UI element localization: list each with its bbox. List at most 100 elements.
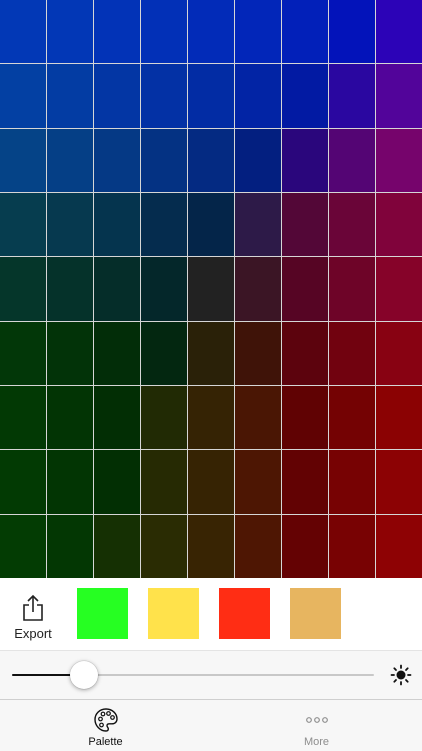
color-cell[interactable] — [329, 321, 375, 385]
color-cell[interactable] — [141, 257, 187, 321]
swatch-tan[interactable] — [290, 588, 341, 639]
color-cell[interactable] — [94, 450, 140, 514]
color-cell[interactable] — [94, 321, 140, 385]
color-cell[interactable] — [188, 321, 234, 385]
color-cell[interactable] — [376, 514, 422, 578]
color-cell[interactable] — [188, 450, 234, 514]
color-cell[interactable] — [235, 257, 281, 321]
color-cell[interactable] — [329, 514, 375, 578]
color-cell[interactable] — [94, 514, 140, 578]
export-button[interactable]: Export — [8, 594, 58, 646]
color-cell[interactable] — [0, 0, 46, 64]
color-cell[interactable] — [329, 64, 375, 128]
color-cell[interactable] — [282, 450, 328, 514]
color-cell[interactable] — [235, 128, 281, 192]
color-cell[interactable] — [329, 385, 375, 450]
color-cell[interactable] — [376, 257, 422, 321]
color-cell[interactable] — [282, 514, 328, 578]
color-cell[interactable] — [141, 321, 187, 385]
color-cell[interactable] — [47, 128, 93, 192]
color-cell[interactable] — [0, 64, 46, 128]
color-cell[interactable] — [235, 514, 281, 578]
color-cell[interactable] — [0, 257, 46, 321]
color-cell[interactable] — [47, 450, 93, 514]
color-cell[interactable] — [94, 0, 140, 64]
color-cell[interactable] — [329, 128, 375, 192]
color-cell[interactable] — [329, 257, 375, 321]
palette-icon — [93, 708, 118, 732]
color-cell[interactable] — [282, 385, 328, 450]
color-cell[interactable] — [94, 257, 140, 321]
color-cell[interactable] — [188, 514, 234, 578]
color-cell[interactable] — [141, 385, 187, 450]
color-cell[interactable] — [141, 64, 187, 128]
color-cell[interactable] — [94, 192, 140, 257]
color-cell[interactable] — [188, 64, 234, 128]
color-cell[interactable] — [47, 0, 93, 64]
export-label: Export — [14, 626, 52, 641]
slider-thumb[interactable] — [70, 661, 99, 689]
color-cell[interactable] — [376, 192, 422, 257]
color-cell[interactable] — [47, 192, 93, 257]
color-cell[interactable] — [282, 321, 328, 385]
color-cell[interactable] — [235, 385, 281, 450]
color-cell[interactable] — [376, 385, 422, 450]
color-cell[interactable] — [376, 450, 422, 514]
color-cell[interactable] — [329, 192, 375, 257]
color-cell[interactable] — [376, 128, 422, 192]
color-cell[interactable] — [141, 0, 187, 64]
color-cell[interactable] — [47, 514, 93, 578]
color-cell[interactable] — [0, 450, 46, 514]
sun-icon — [390, 664, 412, 686]
color-cell[interactable] — [188, 192, 234, 257]
color-cell[interactable] — [94, 64, 140, 128]
color-cell[interactable] — [47, 64, 93, 128]
color-cell[interactable] — [376, 321, 422, 385]
tab-palette-label: Palette — [88, 736, 123, 748]
color-cell[interactable] — [329, 450, 375, 514]
color-cell[interactable] — [235, 0, 281, 64]
color-cell[interactable] — [282, 192, 328, 257]
color-grid — [0, 0, 422, 578]
color-cell[interactable] — [235, 64, 281, 128]
color-cell[interactable] — [47, 257, 93, 321]
color-cell[interactable] — [94, 385, 140, 450]
brightness-slider-row — [0, 650, 422, 700]
color-cell[interactable] — [188, 128, 234, 192]
color-cell[interactable] — [94, 128, 140, 192]
color-cell[interactable] — [282, 0, 328, 64]
color-cell[interactable] — [141, 450, 187, 514]
color-cell[interactable] — [141, 128, 187, 192]
color-cell[interactable] — [282, 128, 328, 192]
color-cell[interactable] — [141, 192, 187, 257]
color-cell[interactable] — [47, 385, 93, 450]
color-cell[interactable] — [282, 64, 328, 128]
tab-more-label: More — [303, 736, 330, 748]
color-cell[interactable] — [235, 192, 281, 257]
color-cell[interactable] — [188, 257, 234, 321]
color-cell[interactable] — [188, 385, 234, 450]
swatch-red[interactable] — [219, 588, 270, 639]
color-cell[interactable] — [0, 321, 46, 385]
color-cell[interactable] — [282, 257, 328, 321]
color-cell[interactable] — [0, 385, 46, 450]
color-cell[interactable] — [235, 450, 281, 514]
color-cell[interactable] — [376, 0, 422, 64]
color-cell[interactable] — [0, 514, 46, 578]
color-cell[interactable] — [188, 0, 234, 64]
color-cell[interactable] — [0, 192, 46, 257]
swatch-yellow[interactable] — [148, 588, 199, 639]
share-icon — [23, 594, 43, 621]
color-cell[interactable] — [141, 514, 187, 578]
tab-more[interactable]: More — [211, 700, 422, 751]
swatch-green[interactable] — [77, 588, 128, 639]
color-cell[interactable] — [47, 321, 93, 385]
toolbar: Export — [0, 578, 422, 650]
more-icon — [305, 717, 328, 723]
color-cell[interactable] — [376, 64, 422, 128]
tab-palette[interactable]: Palette — [0, 700, 211, 751]
color-cell[interactable] — [0, 128, 46, 192]
color-cell[interactable] — [329, 0, 375, 64]
tab-bar: Palette More — [0, 699, 422, 751]
color-cell[interactable] — [235, 321, 281, 385]
